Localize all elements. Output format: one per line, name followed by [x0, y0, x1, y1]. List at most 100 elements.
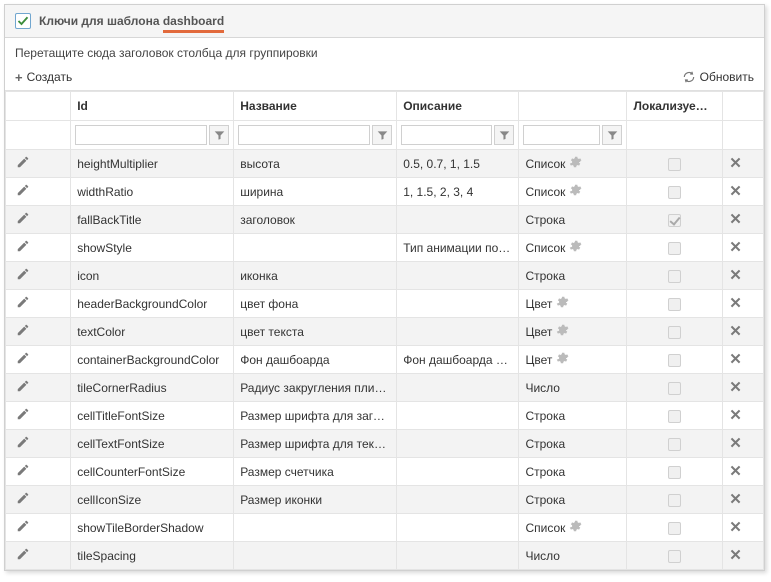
- delete-icon[interactable]: ✕: [729, 463, 742, 480]
- localizable-checkbox[interactable]: [668, 550, 681, 563]
- delete-icon[interactable]: ✕: [729, 435, 742, 452]
- cell-id: tileCornerRadius: [71, 374, 234, 402]
- type-label: Строка: [525, 213, 565, 227]
- gear-icon[interactable]: [555, 351, 569, 368]
- cell-desc: [397, 290, 519, 318]
- filter-input-desc[interactable]: [401, 125, 492, 145]
- cell-localizable: [627, 486, 723, 514]
- edit-icon[interactable]: [16, 211, 30, 225]
- edit-icon[interactable]: [16, 463, 30, 477]
- filter-button-name[interactable]: [372, 125, 392, 145]
- cell-name: [234, 542, 397, 570]
- type-label: Список: [525, 185, 565, 199]
- gear-icon[interactable]: [555, 295, 569, 312]
- localizable-checkbox[interactable]: [668, 270, 681, 283]
- gear-icon[interactable]: [555, 323, 569, 340]
- type-label: Строка: [525, 269, 565, 283]
- header-row: Id Название Описание Локализуемый: [6, 92, 764, 121]
- localizable-checkbox[interactable]: [668, 466, 681, 479]
- edit-icon[interactable]: [16, 435, 30, 449]
- localizable-checkbox[interactable]: [668, 326, 681, 339]
- filter-input-type[interactable]: [523, 125, 600, 145]
- delete-icon[interactable]: ✕: [729, 491, 742, 508]
- localizable-checkbox[interactable]: [668, 242, 681, 255]
- cell-localizable: [627, 290, 723, 318]
- delete-icon[interactable]: ✕: [729, 239, 742, 256]
- cell-desc: Фон дашбоарда под плитками: [397, 346, 519, 374]
- edit-icon[interactable]: [16, 491, 30, 505]
- filter-button-type[interactable]: [602, 125, 622, 145]
- header-name[interactable]: Название: [234, 92, 397, 121]
- filter-button-id[interactable]: [209, 125, 229, 145]
- panel-title-accent: dashboard: [163, 14, 224, 33]
- cell-name: высота: [234, 150, 397, 178]
- cell-name: Размер иконки: [234, 486, 397, 514]
- table-row: fallBackTitleзаголовокСтрока✕: [6, 206, 764, 234]
- filter-input-id[interactable]: [75, 125, 207, 145]
- type-label: Список: [525, 241, 565, 255]
- refresh-button[interactable]: Обновить: [682, 70, 754, 84]
- edit-icon[interactable]: [16, 239, 30, 253]
- header-desc[interactable]: Описание: [397, 92, 519, 121]
- localizable-checkbox[interactable]: [668, 354, 681, 367]
- delete-icon[interactable]: ✕: [729, 267, 742, 284]
- edit-icon[interactable]: [16, 155, 30, 169]
- delete-icon[interactable]: ✕: [729, 407, 742, 424]
- delete-icon[interactable]: ✕: [729, 295, 742, 312]
- edit-icon[interactable]: [16, 183, 30, 197]
- type-label: Строка: [525, 409, 565, 423]
- localizable-checkbox[interactable]: [668, 522, 681, 535]
- table-row: tileCornerRadiusРадиус закругления плито…: [6, 374, 764, 402]
- group-drop-hint[interactable]: Перетащите сюда заголовок столбца для гр…: [5, 38, 764, 66]
- filter-button-desc[interactable]: [494, 125, 514, 145]
- localizable-checkbox[interactable]: [668, 186, 681, 199]
- gear-icon[interactable]: [568, 155, 582, 172]
- delete-icon[interactable]: ✕: [729, 155, 742, 172]
- panel-title: Ключи для шаблона dashboard: [39, 14, 224, 28]
- gear-icon[interactable]: [568, 183, 582, 200]
- create-button[interactable]: + Создать: [15, 70, 72, 84]
- cell-id: containerBackgroundColor: [71, 346, 234, 374]
- header-id[interactable]: Id: [71, 92, 234, 121]
- table-row: heightMultiplierвысота0.5, 0.7, 1, 1.5Сп…: [6, 150, 764, 178]
- delete-icon[interactable]: ✕: [729, 351, 742, 368]
- header-loc[interactable]: Локализуемый: [627, 92, 723, 121]
- filter-input-name[interactable]: [238, 125, 370, 145]
- edit-icon[interactable]: [16, 295, 30, 309]
- localizable-checkbox[interactable]: [668, 410, 681, 423]
- gear-icon[interactable]: [568, 519, 582, 536]
- type-label: Строка: [525, 465, 565, 479]
- edit-icon[interactable]: [16, 323, 30, 337]
- localizable-checkbox[interactable]: [668, 494, 681, 507]
- cell-id: cellCounterFontSize: [71, 458, 234, 486]
- gear-icon[interactable]: [568, 239, 582, 256]
- localizable-checkbox[interactable]: [668, 382, 681, 395]
- localizable-checkbox[interactable]: [668, 438, 681, 451]
- cell-desc: [397, 262, 519, 290]
- delete-icon[interactable]: ✕: [729, 323, 742, 340]
- cell-localizable: [627, 318, 723, 346]
- edit-icon[interactable]: [16, 547, 30, 561]
- header-type: [519, 92, 627, 121]
- edit-icon[interactable]: [16, 519, 30, 533]
- cell-id: cellTextFontSize: [71, 430, 234, 458]
- localizable-checkbox[interactable]: [668, 298, 681, 311]
- delete-icon[interactable]: ✕: [729, 547, 742, 564]
- cell-desc: [397, 374, 519, 402]
- delete-icon[interactable]: ✕: [729, 519, 742, 536]
- edit-icon[interactable]: [16, 379, 30, 393]
- header-edit: [6, 92, 71, 121]
- refresh-label: Обновить: [700, 70, 754, 84]
- cell-id: heightMultiplier: [71, 150, 234, 178]
- edit-icon[interactable]: [16, 351, 30, 365]
- edit-icon[interactable]: [16, 267, 30, 281]
- delete-icon[interactable]: ✕: [729, 379, 742, 396]
- cell-localizable: [627, 178, 723, 206]
- localizable-checkbox[interactable]: [668, 214, 681, 227]
- cell-localizable: [627, 374, 723, 402]
- delete-icon[interactable]: ✕: [729, 183, 742, 200]
- edit-icon[interactable]: [16, 407, 30, 421]
- delete-icon[interactable]: ✕: [729, 211, 742, 228]
- localizable-checkbox[interactable]: [668, 158, 681, 171]
- cell-type: Цвет: [519, 346, 627, 374]
